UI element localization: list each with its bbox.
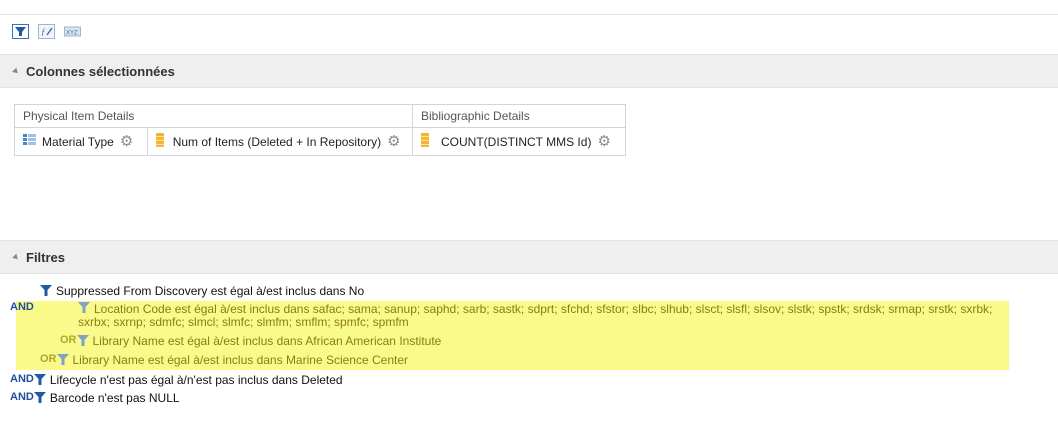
column-group-bibliographic: Bibliographic Details COUNT(DISTINCT MMS… [412, 104, 626, 156]
collapse-triangle-icon[interactable] [12, 67, 20, 75]
filter-text: Lifecycle n'est pas égal à/n'est pas inc… [49, 373, 343, 387]
column-group-title: Physical Item Details [15, 105, 412, 128]
selected-columns: Physical Item Details Material Type ⚙ Nu… [14, 104, 626, 156]
filter-row[interactable]: Suppressed From Discovery est égal à/est… [40, 284, 364, 298]
svg-text:ƒ: ƒ [41, 27, 46, 37]
gear-icon[interactable]: ⚙ [120, 134, 133, 149]
column-group-title: Bibliographic Details [413, 105, 625, 128]
filter-operator-label: OR [60, 334, 77, 346]
filter-funnel-icon [40, 285, 52, 296]
column-count-distinct-mms[interactable]: COUNT(DISTINCT MMS Id) ⚙ [413, 128, 625, 155]
column-num-of-items[interactable]: Num of Items (Deleted + In Repository) ⚙ [146, 128, 412, 155]
filter-operator[interactable]: AND [10, 301, 34, 313]
top-divider [0, 14, 1058, 15]
filter-text: Library Name est égal à/est inclus dans … [72, 353, 409, 367]
toolbar: ƒ XYZ [12, 24, 81, 39]
columns-section-header[interactable]: Colonnes sélectionnées [0, 54, 1058, 88]
column-material-type[interactable]: Material Type ⚙ [15, 128, 147, 155]
column-label: Material Type [42, 134, 114, 149]
filter-text: Location Code est égal à/est inclus dans… [78, 302, 993, 329]
filter-funnel-icon [56, 354, 69, 365]
svg-text:XYZ: XYZ [66, 31, 78, 37]
filter-row[interactable]: OR Library Name est égal à/est inclus da… [60, 334, 441, 348]
filter-operator-label: AND [10, 301, 34, 313]
column-label: Num of Items (Deleted + In Repository) [172, 134, 382, 149]
filter-icon[interactable] [12, 24, 29, 39]
column-group-physical-item: Physical Item Details Material Type ⚙ Nu… [14, 104, 412, 156]
sql-icon[interactable]: XYZ [64, 24, 81, 39]
edit-formula-icon[interactable]: ƒ [38, 24, 55, 39]
columns-section-title: Colonnes sélectionnées [26, 63, 175, 79]
filter-text: Library Name est égal à/est inclus dans … [92, 334, 442, 348]
filter-funnel-icon [33, 374, 46, 385]
filter-funnel-icon [33, 392, 46, 403]
filters-section-title: Filtres [26, 249, 66, 265]
gear-icon[interactable]: ⚙ [387, 134, 400, 149]
measure-icon [421, 133, 429, 150]
filter-row[interactable]: OR Library Name est égal à/est inclus da… [40, 353, 408, 367]
gear-icon[interactable]: ⚙ [597, 134, 610, 149]
filter-text: Barcode n'est pas NULL [49, 391, 180, 405]
filter-row[interactable]: AND Lifecycle n'est pas égal à/n'est pas… [10, 373, 343, 387]
column-label: COUNT(DISTINCT MMS Id) [441, 134, 592, 149]
filter-funnel-icon [76, 335, 89, 346]
collapse-triangle-icon[interactable] [12, 253, 20, 261]
filter-text: Suppressed From Discovery est égal à/est… [56, 284, 365, 298]
filter-operator-label: AND [10, 373, 34, 385]
attribute-icon [23, 134, 36, 149]
filters-section-header[interactable]: Filtres [0, 240, 1058, 274]
filter-operator-label: OR [40, 353, 57, 365]
filter-row[interactable]: AND Barcode n'est pas NULL [10, 391, 180, 405]
filter-operator-label: AND [10, 391, 34, 403]
measure-icon [155, 133, 164, 150]
